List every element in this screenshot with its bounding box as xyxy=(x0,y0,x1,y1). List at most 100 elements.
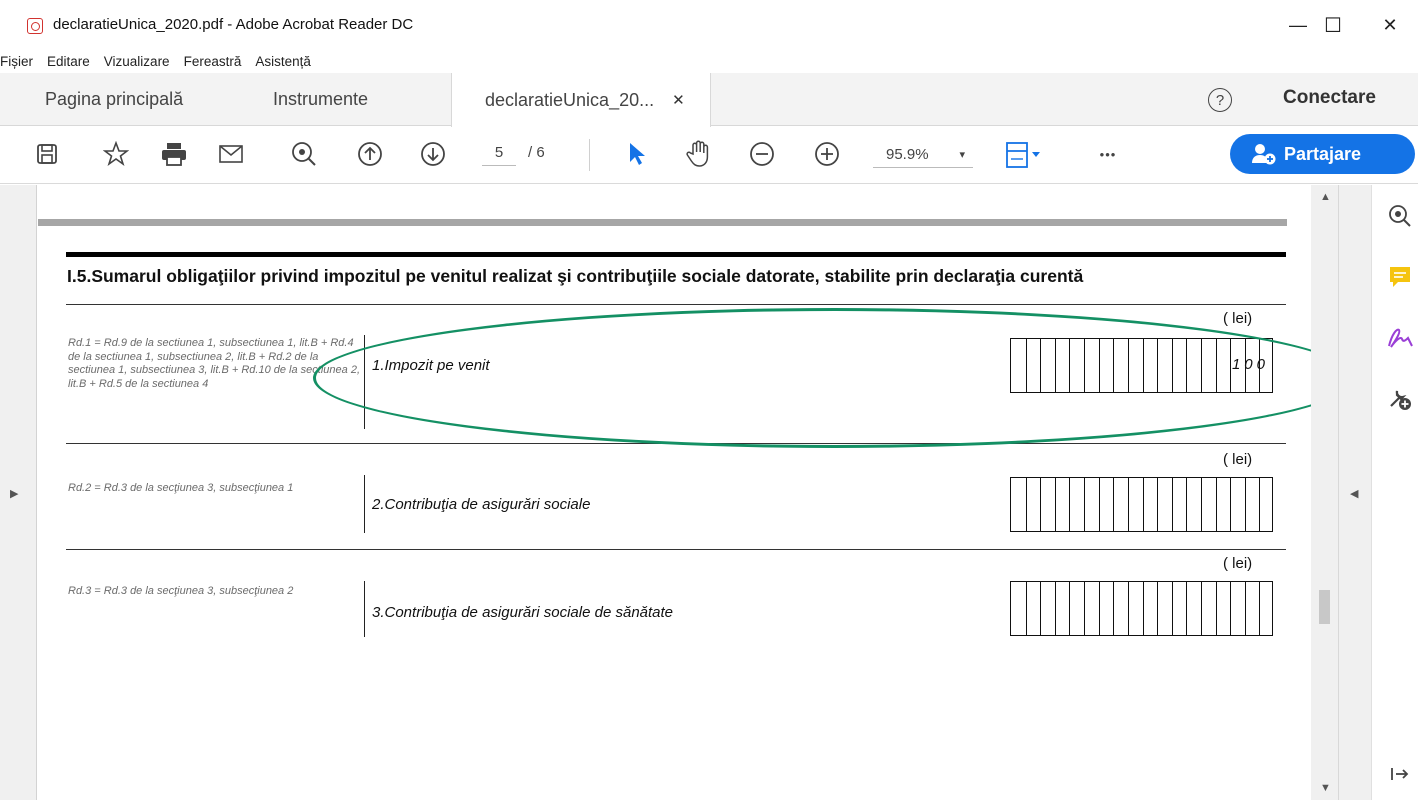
fill-sign-icon[interactable] xyxy=(1386,324,1414,352)
tab-close-icon[interactable]: ✕ xyxy=(672,91,685,109)
menu-view[interactable]: Vizualizare xyxy=(104,54,170,69)
digit-cell-divider xyxy=(1113,478,1115,531)
more-tools-icon[interactable] xyxy=(1386,385,1414,413)
tab-document-label: declaratieUnica_20... xyxy=(485,89,655,110)
menu-help[interactable]: Asistență xyxy=(255,54,311,69)
save-icon[interactable] xyxy=(32,139,62,169)
row-note: Rd.3 = Rd.3 de la secţiunea 3, subsecţiu… xyxy=(68,585,294,597)
print-icon[interactable] xyxy=(159,139,189,169)
scroll-up-icon[interactable]: ▲ xyxy=(1320,191,1331,203)
hand-icon[interactable] xyxy=(684,139,714,169)
digit-cell-divider xyxy=(1025,582,1027,635)
collapse-pane-icon[interactable] xyxy=(1386,760,1414,788)
arrow-down-circle-icon[interactable] xyxy=(418,139,448,169)
comment-icon[interactable] xyxy=(1386,263,1414,291)
toolbar-divider xyxy=(589,139,590,171)
row-unit: ( lei) xyxy=(1223,555,1253,572)
digit-cell-divider xyxy=(1171,478,1173,531)
chevron-down-icon: ▾ xyxy=(959,149,965,161)
row-separator xyxy=(364,475,365,533)
digit-cell-divider xyxy=(1215,582,1217,635)
acrobat-logo-icon xyxy=(27,18,43,34)
document-viewer: ▶ I.5.Sumarul obligaţiilor privind impoz… xyxy=(0,185,1418,800)
digit-cell-divider xyxy=(1127,582,1129,635)
pdf-page: I.5.Sumarul obligaţiilor privind impozit… xyxy=(38,185,1311,800)
digit-cell-divider xyxy=(1230,478,1232,531)
window-title: declaratieUnica_2020.pdf - Adobe Acrobat… xyxy=(53,16,414,33)
plus-circle-icon[interactable] xyxy=(812,139,842,169)
left-pane-toggle[interactable]: ▶ xyxy=(0,185,37,800)
share-button[interactable]: Partajare xyxy=(1230,134,1415,174)
digit-cell-divider xyxy=(1230,582,1232,635)
fit-page-icon[interactable] xyxy=(1002,139,1046,169)
scroll-down-icon[interactable]: ▼ xyxy=(1320,782,1331,794)
menu-file[interactable]: Fișier xyxy=(0,54,33,69)
zoom-icon[interactable] xyxy=(289,139,319,169)
zoom-icon[interactable] xyxy=(1386,202,1414,230)
toolbar: 5 / 6 95.9% ▾ ••• Partajare xyxy=(0,127,1418,184)
digit-cell-divider xyxy=(1040,582,1042,635)
row-label: 2.Contribuţia de asigurări sociale xyxy=(372,496,591,513)
amount-field[interactable] xyxy=(1010,581,1273,636)
page-separator xyxy=(38,219,1287,226)
tools-pane xyxy=(1371,185,1418,800)
share-user-icon xyxy=(1252,143,1276,165)
digit-cell-divider xyxy=(1171,582,1173,635)
digit-cell-divider xyxy=(1084,478,1086,531)
digit-cell-divider xyxy=(1040,478,1042,531)
digit-cell-divider xyxy=(1244,478,1246,531)
help-icon[interactable]: ? xyxy=(1208,88,1232,112)
section-rule xyxy=(66,252,1286,257)
row-label: 3.Contribuţia de asigurări sociale de să… xyxy=(372,604,674,621)
amount-field[interactable] xyxy=(1010,477,1273,532)
collapse-right-icon[interactable]: ◀ xyxy=(1350,487,1358,500)
right-pane-toggle[interactable]: ◀ xyxy=(1338,185,1371,800)
row-divider xyxy=(66,549,1286,550)
menu-window[interactable]: Fereastră xyxy=(184,54,242,69)
minus-circle-icon[interactable] xyxy=(747,139,777,169)
cursor-icon[interactable] xyxy=(622,139,652,169)
star-icon[interactable] xyxy=(101,139,131,169)
digit-cell-divider xyxy=(1025,478,1027,531)
digit-cell-divider xyxy=(1142,478,1144,531)
row-unit: ( lei) xyxy=(1223,451,1253,468)
zoom-value: 95.9% xyxy=(886,146,929,163)
tab-bar: Pagina principală Instrumente declaratie… xyxy=(0,73,1418,127)
maximize-button[interactable]: ☐ xyxy=(1305,0,1361,50)
digit-cell-divider xyxy=(1200,478,1202,531)
connect-button[interactable]: Conectare xyxy=(1283,87,1376,109)
menu-edit[interactable]: Editare xyxy=(47,54,90,69)
menu-bar: Fișier Editare Vizualizare Fereastră Asi… xyxy=(0,50,1418,72)
close-button[interactable]: ✕ xyxy=(1362,0,1418,50)
row-unit: ( lei) xyxy=(1223,310,1253,327)
zoom-select[interactable]: 95.9% ▾ xyxy=(873,142,973,168)
vertical-scrollbar[interactable]: ▲ ▼ xyxy=(1311,185,1338,800)
digit-cell-divider xyxy=(1054,582,1056,635)
highlight-ellipse-annotation xyxy=(313,308,1356,448)
tab-document[interactable]: declaratieUnica_20... ✕ xyxy=(451,73,711,127)
tab-tools[interactable]: Instrumente xyxy=(273,73,368,126)
digit-cell-divider xyxy=(1244,582,1246,635)
digit-cell-divider xyxy=(1200,582,1202,635)
page-number-input[interactable]: 5 xyxy=(482,140,516,166)
row-divider xyxy=(66,304,1286,305)
scrollbar-thumb[interactable] xyxy=(1319,590,1330,624)
digit-cell-divider xyxy=(1157,582,1159,635)
digit-cell-divider xyxy=(1098,478,1100,531)
tab-home[interactable]: Pagina principală xyxy=(45,73,183,126)
digit-cell-divider xyxy=(1098,582,1100,635)
digit-cell-divider xyxy=(1186,478,1188,531)
digit-cell-divider xyxy=(1142,582,1144,635)
arrow-up-circle-icon[interactable] xyxy=(355,139,385,169)
digit-cell-divider xyxy=(1069,582,1071,635)
digit-cell-divider xyxy=(1259,582,1261,635)
digit-cell-divider xyxy=(1069,478,1071,531)
mail-icon[interactable] xyxy=(216,139,246,169)
digit-cell-divider xyxy=(1127,478,1129,531)
expand-left-icon[interactable]: ▶ xyxy=(10,487,18,500)
section-title: I.5.Sumarul obligaţiilor privind impozit… xyxy=(67,266,1084,286)
more-tools-button[interactable]: ••• xyxy=(1088,139,1128,169)
share-label: Partajare xyxy=(1284,143,1362,164)
row-separator xyxy=(364,581,365,637)
digit-cell-divider xyxy=(1054,478,1056,531)
